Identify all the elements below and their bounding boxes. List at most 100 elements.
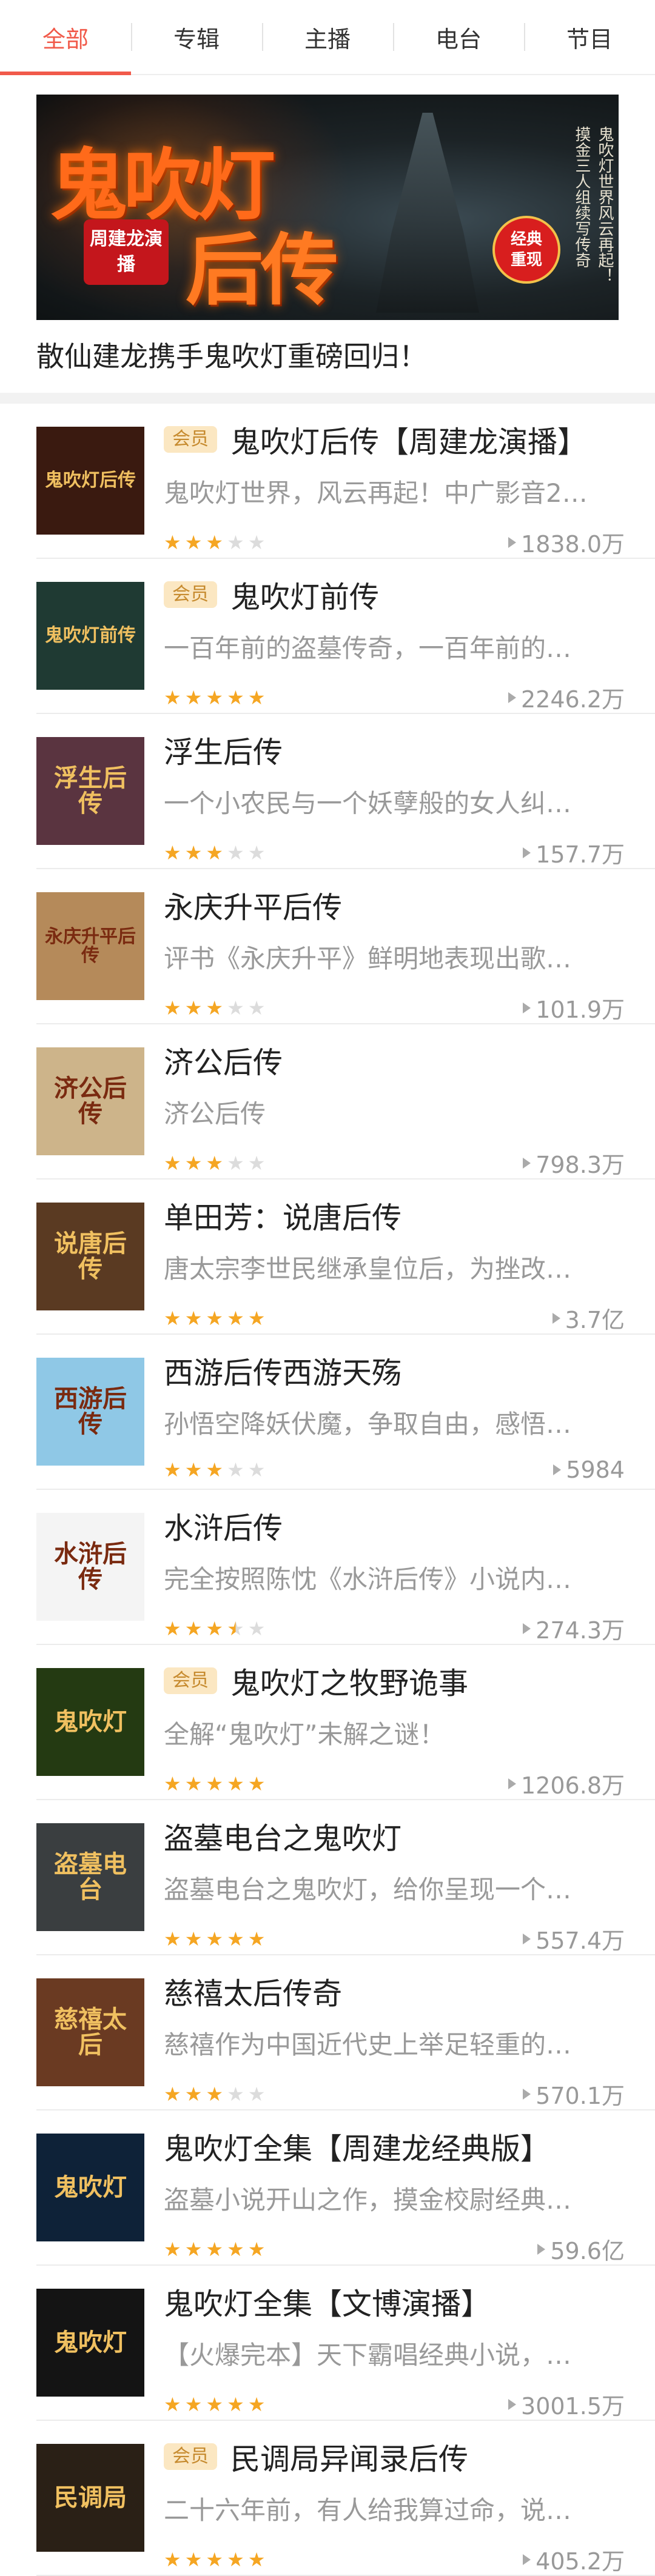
- banner-classic-badge-line1: 经典: [510, 230, 542, 249]
- star-icon: ★: [247, 1306, 266, 1330]
- album-title-row: 会员 鬼吹灯之牧野诡事: [164, 1662, 625, 1701]
- star-icon: ★: [247, 1458, 266, 1481]
- album-title-row: 会员 民调局异闻录后传: [164, 2438, 625, 2477]
- list-item[interactable]: 鬼吹灯 鬼吹灯全集【文博演播】 【火爆完本】天下霸唱经典小说，… ★ ★ ★ ★ ★ 3001.…: [36, 2266, 655, 2421]
- list-item[interactable]: 水浒后传 水浒后传 完全按照陈忱《水浒后传》小说内… ★ ★ ★ ★ ★ 274.3万: [36, 1490, 655, 1645]
- album-title: 西游后传西游天殇: [164, 1355, 402, 1390]
- list-item[interactable]: 鬼吹灯前传 会员 鬼吹灯前传 一百年前的盗墓传奇，一百年前的… ★ ★ ★ ★ ★ 2246.2万: [36, 559, 655, 714]
- album-info: 盗墓电台之鬼吹灯 盗墓电台之鬼吹灯，给你呈现一个… ★ ★ ★ ★ ★ 557.4万: [164, 1800, 625, 1955]
- album-cover[interactable]: 济公后传: [36, 1047, 144, 1155]
- album-title-row: 西游后传西游天殇: [164, 1352, 625, 1390]
- banner-image[interactable]: 鬼吹灯 后传 周建龙演播 摸金三人组续写传奇 鬼吹灯世界风云再起！ 经典 重现: [36, 95, 619, 320]
- album-cover[interactable]: 民调局: [36, 2444, 144, 2552]
- list-item[interactable]: 浮生后传 浮生后传 一个小农民与一个妖孽般的女人纠… ★ ★ ★ ★ ★ 157.7万: [36, 714, 655, 869]
- play-count-icon: [523, 1002, 531, 1013]
- album-cover[interactable]: 盗墓电台: [36, 1823, 144, 1931]
- star-icon: ★: [184, 686, 203, 709]
- list-item[interactable]: 鬼吹灯 鬼吹灯全集【周建龙经典版】 盗墓小说开山之作，摸金校尉经典… ★ ★ ★ ★ ★ 59.…: [36, 2111, 655, 2266]
- album-cover[interactable]: 鬼吹灯后传: [36, 427, 144, 535]
- tab-4[interactable]: 节目: [524, 0, 655, 74]
- album-meta: ★ ★ ★ ★ ★ 1838.0万: [164, 526, 625, 559]
- album-description: 一百年前的盗墓传奇，一百年前的…: [164, 633, 572, 663]
- album-cover[interactable]: 鬼吹灯: [36, 1668, 144, 1776]
- play-count-value: 2246.2万: [521, 686, 625, 713]
- album-description: 盗墓小说开山之作，摸金校尉经典…: [164, 2185, 572, 2215]
- play-count: 405.2万: [523, 2543, 625, 2576]
- album-cover[interactable]: 鬼吹灯前传: [36, 582, 144, 690]
- album-info: 会员 民调局异闻录后传 二十六年前，有人给我算过命，说… ★ ★ ★ ★ ★ 405.2万: [164, 2421, 625, 2576]
- star-icon: ★: [184, 1151, 203, 1175]
- album-cover[interactable]: 慈禧太后: [36, 1978, 144, 2086]
- list-item[interactable]: 民调局 会员 民调局异闻录后传 二十六年前，有人给我算过命，说… ★ ★ ★ ★ ★ 405.2万: [36, 2421, 655, 2576]
- star-icon: ★: [247, 2548, 266, 2571]
- rating-stars: ★ ★ ★ ★ ★: [164, 2084, 265, 2104]
- play-count: 157.7万: [523, 836, 625, 869]
- album-info: 会员 鬼吹灯前传 一百年前的盗墓传奇，一百年前的… ★ ★ ★ ★ ★ 2246.2万: [164, 559, 625, 714]
- star-icon: ★: [206, 1772, 224, 1795]
- album-cover[interactable]: 说唐后传: [36, 1203, 144, 1310]
- album-description: 慈禧作为中国近代史上举足轻重的…: [164, 2030, 572, 2060]
- star-icon: ★: [206, 1458, 224, 1481]
- rating-stars: ★ ★ ★ ★ ★: [164, 2240, 265, 2259]
- star-icon: ★: [247, 2392, 266, 2416]
- album-title-row: 会员 鬼吹灯后传【周建龙演播】: [164, 421, 625, 459]
- star-icon: ★: [206, 2082, 224, 2106]
- album-info: 慈禧太后传奇 慈禧作为中国近代史上举足轻重的… ★ ★ ★ ★ ★ 570.1万: [164, 1955, 625, 2111]
- album-description: 一个小农民与一个妖孽般的女人纠…: [164, 789, 572, 818]
- play-count-value: 3001.5万: [521, 2393, 625, 2420]
- play-count: 2246.2万: [508, 681, 625, 714]
- album-cover[interactable]: 西游后传: [36, 1358, 144, 1466]
- album-cover[interactable]: 鬼吹灯: [36, 2134, 144, 2241]
- star-icon: ★: [164, 1927, 181, 1950]
- album-info: 永庆升平后传 评书《永庆升平》鲜明地表现出歌… ★ ★ ★ ★ ★ 101.9万: [164, 869, 625, 1024]
- banner-caption[interactable]: 散仙建龙携手鬼吹灯重磅回归！: [36, 320, 619, 393]
- album-title-row: 济公后传: [164, 1041, 625, 1080]
- album-cover[interactable]: 永庆升平后传: [36, 892, 144, 1000]
- list-item[interactable]: 西游后传 西游后传西游天殇 孙悟空降妖伏魔，争取自由，感悟… ★ ★ ★ ★ ★ 5984: [36, 1335, 655, 1490]
- list-item[interactable]: 说唐后传 单田芳：说唐后传 唐太宗李世民继承皇位后，为挫改… ★ ★ ★ ★ ★ 3.7亿: [36, 1180, 655, 1335]
- album-cover[interactable]: 鬼吹灯: [36, 2289, 144, 2397]
- album-cover[interactable]: 浮生后传: [36, 737, 144, 845]
- rating-stars: ★ ★ ★ ★ ★: [164, 2395, 265, 2414]
- album-title: 鬼吹灯后传【周建龙演播】: [230, 424, 588, 459]
- list-item[interactable]: 永庆升平后传 永庆升平后传 评书《永庆升平》鲜明地表现出歌… ★ ★ ★ ★ ★ 101.9万: [36, 869, 655, 1024]
- play-count: 798.3万: [523, 1146, 625, 1180]
- star-icon: ★: [227, 1772, 244, 1795]
- star-icon: ★: [206, 686, 224, 709]
- rating-stars: ★ ★ ★ ★ ★: [164, 1153, 265, 1173]
- album-cover[interactable]: 水浒后传: [36, 1513, 144, 1621]
- star-icon: ★: [184, 2392, 203, 2416]
- album-cover-text: 永庆升平后传: [45, 926, 136, 966]
- play-count-icon: [537, 2243, 546, 2255]
- play-count-icon: [523, 1157, 531, 1169]
- album-meta: ★ ★ ★ ★ ★ 798.3万: [164, 1146, 625, 1180]
- list-item[interactable]: 盗墓电台 盗墓电台之鬼吹灯 盗墓电台之鬼吹灯，给你呈现一个… ★ ★ ★ ★ ★ 557.4万: [36, 1800, 655, 1955]
- rating-stars: ★ ★ ★ ★ ★: [164, 843, 265, 863]
- list-item[interactable]: 慈禧太后 慈禧太后传奇 慈禧作为中国近代史上举足轻重的… ★ ★ ★ ★ ★ 570.1万: [36, 1955, 655, 2111]
- play-count-value: 405.2万: [536, 2548, 625, 2575]
- play-count-value: 798.3万: [536, 1152, 625, 1178]
- list-item[interactable]: 鬼吹灯 会员 鬼吹灯之牧野诡事 全解“鬼吹灯”未解之谜！ ★ ★ ★ ★ ★ 1206.8万: [36, 1645, 655, 1800]
- album-title: 鬼吹灯之牧野诡事: [230, 1666, 469, 1701]
- album-title: 鬼吹灯全集【文博演播】: [164, 2286, 491, 2321]
- play-count-value: 274.3万: [536, 1617, 625, 1644]
- tab-1[interactable]: 专辑: [131, 0, 262, 74]
- album-info: 会员 鬼吹灯之牧野诡事 全解“鬼吹灯”未解之谜！ ★ ★ ★ ★ ★ 1206.8万: [164, 1645, 625, 1800]
- album-info: 济公后传 济公后传 ★ ★ ★ ★ ★ 798.3万: [164, 1024, 625, 1180]
- star-icon: ★: [227, 1617, 244, 1640]
- play-count: 5984: [553, 1457, 625, 1483]
- star-icon: ★: [164, 2237, 181, 2261]
- album-title: 鬼吹灯全集【周建龙经典版】: [164, 2131, 551, 2166]
- album-cover-text: 说唐后传: [54, 1229, 127, 1283]
- banner-presenter-badge: 周建龙演播: [84, 219, 169, 285]
- star-icon: ★: [184, 1458, 203, 1481]
- album-title-row: 单田芳：说唐后传: [164, 1196, 625, 1235]
- tab-0[interactable]: 全部: [0, 0, 131, 75]
- list-item[interactable]: 鬼吹灯后传 会员 鬼吹灯后传【周建龙演播】 鬼吹灯世界，风云再起！中广影音2… ★ ★ ★ ★…: [36, 404, 655, 559]
- list-item[interactable]: 济公后传 济公后传 济公后传 ★ ★ ★ ★ ★ 798.3万: [36, 1024, 655, 1180]
- tab-2[interactable]: 主播: [262, 0, 393, 74]
- star-icon: ★: [227, 2392, 244, 2416]
- star-icon: ★: [227, 1306, 244, 1330]
- play-count-value: 157.7万: [536, 841, 625, 868]
- tab-3[interactable]: 电台: [393, 0, 524, 74]
